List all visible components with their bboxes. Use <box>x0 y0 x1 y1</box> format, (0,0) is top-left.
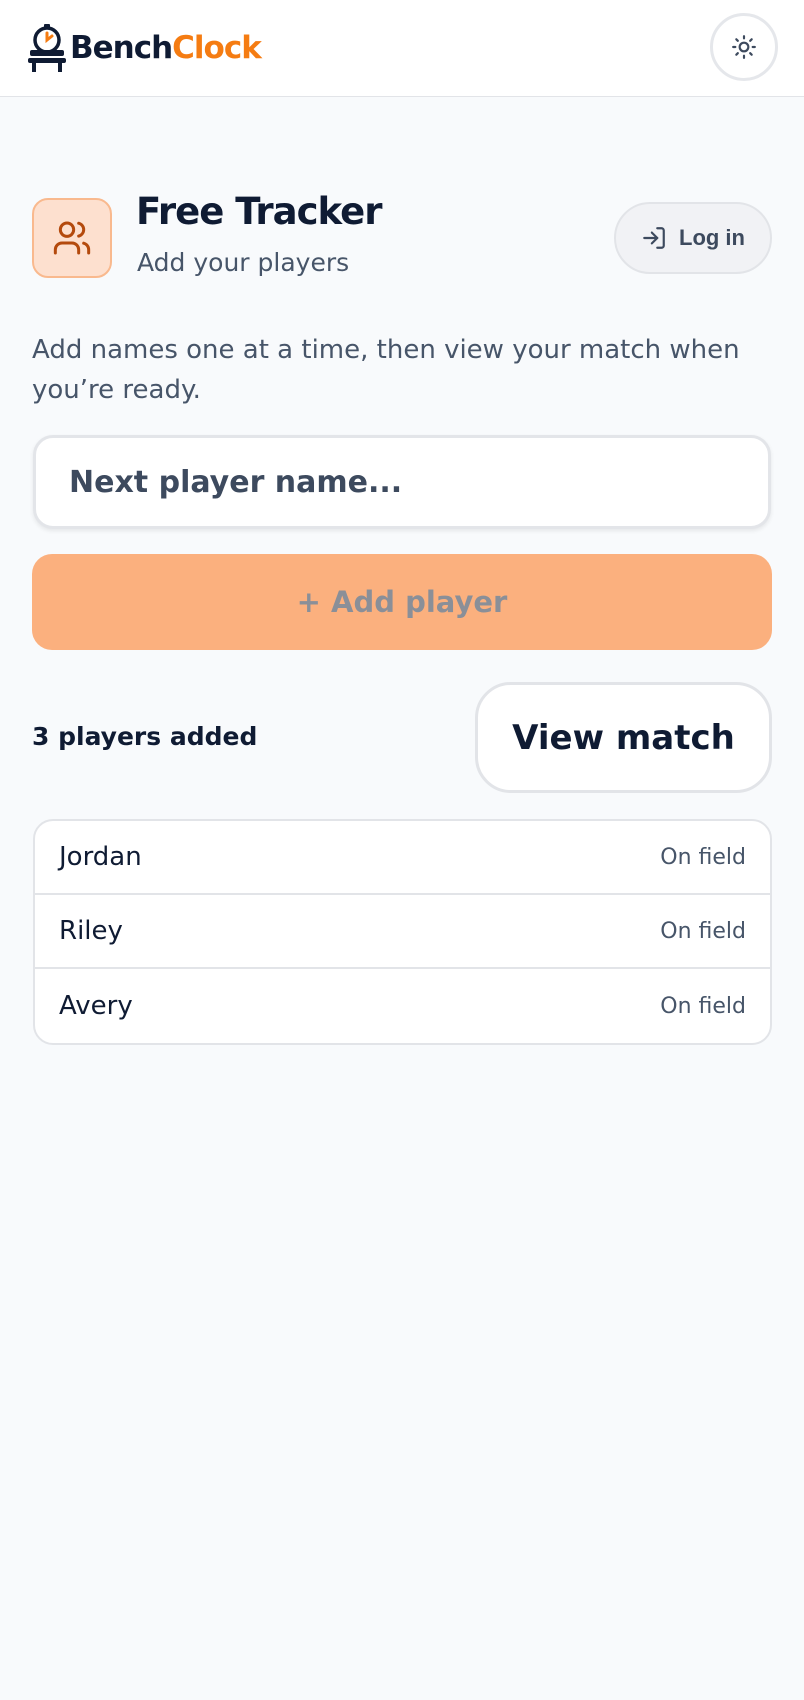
player-status: On field <box>660 844 746 870</box>
page-title: Free Tracker <box>136 190 383 233</box>
add-player-button[interactable]: + Add player <box>32 554 772 650</box>
brand-logo[interactable]: BenchClock <box>26 24 262 72</box>
list-item[interactable]: Avery On field <box>35 969 770 1043</box>
login-label: Log in <box>679 225 745 250</box>
sun-icon <box>732 35 756 59</box>
player-status: On field <box>660 993 746 1019</box>
tracker-icon-box <box>32 198 112 278</box>
player-list: Jordan On field Riley On field Avery On … <box>33 819 772 1045</box>
instructions-text: Add names one at a time, then view your … <box>32 335 740 405</box>
brand-name-part1: Bench <box>70 30 173 66</box>
login-button[interactable]: Log in <box>614 202 772 274</box>
player-count: 3 players added <box>32 722 258 751</box>
brand-name: BenchClock <box>70 30 262 66</box>
users-icon <box>53 221 91 255</box>
stopwatch-bench-icon <box>28 24 66 72</box>
log-in-icon <box>643 227 665 249</box>
app-header: BenchClock <box>0 0 804 97</box>
player-status: On field <box>660 918 746 944</box>
page-subtitle: Add your players <box>137 248 350 277</box>
player-name: Riley <box>59 916 123 946</box>
player-name: Avery <box>59 991 133 1021</box>
list-item[interactable]: Riley On field <box>35 895 770 969</box>
list-item[interactable]: Jordan On field <box>35 821 770 895</box>
player-name: Jordan <box>59 842 142 872</box>
player-name-input[interactable] <box>33 435 771 529</box>
brand-name-part2: Clock <box>172 30 262 66</box>
view-match-button[interactable]: View match <box>475 682 772 793</box>
theme-toggle-button[interactable] <box>710 13 778 81</box>
